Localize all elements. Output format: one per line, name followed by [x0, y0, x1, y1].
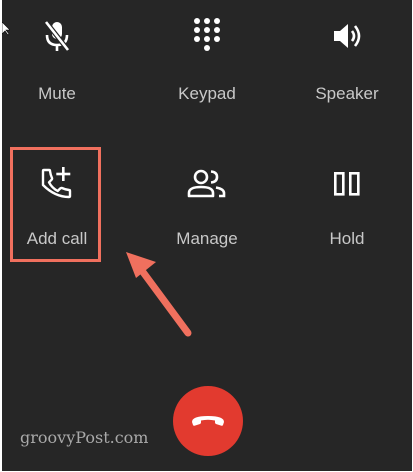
hold-button[interactable]: Hold — [292, 150, 402, 260]
highlight-box — [10, 147, 101, 262]
dialpad-icon — [194, 18, 220, 51]
keypad-button[interactable]: Keypad — [152, 0, 262, 110]
volume-icon — [334, 24, 361, 48]
arrow-annotation-icon — [126, 252, 192, 337]
speaker-label: Speaker — [315, 84, 379, 103]
call-screen: Mute Keypad Speaker Add call Manage Hold… — [2, 0, 412, 471]
hang-up-icon — [192, 416, 224, 426]
keypad-label: Keypad — [178, 84, 236, 103]
end-call-button[interactable] — [173, 386, 243, 456]
watermark-text: groovyPost.com — [20, 428, 149, 447]
mute-button[interactable]: Mute — [2, 0, 112, 110]
manage-button[interactable]: Manage — [152, 150, 262, 260]
hold-label: Hold — [329, 229, 365, 248]
mic-off-icon — [44, 20, 70, 52]
mute-label: Mute — [38, 84, 76, 103]
manage-label: Manage — [176, 229, 238, 248]
speaker-button[interactable]: Speaker — [292, 0, 402, 110]
pause-icon — [333, 172, 360, 196]
people-icon — [187, 169, 226, 198]
